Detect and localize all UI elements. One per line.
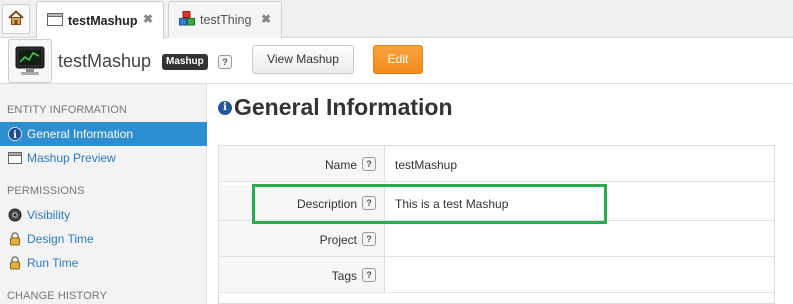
- home-button[interactable]: [2, 4, 30, 34]
- visibility-icon: [8, 208, 22, 222]
- info-icon: i: [8, 127, 22, 141]
- tab-strip: testMashup ✖ testThing ✖: [0, 0, 793, 39]
- sidebar-item-mashup-preview[interactable]: Mashup Preview: [0, 146, 207, 170]
- sidebar-item-label: Design Time: [27, 232, 94, 246]
- entity-header: testMashup Mashup ? View Mashup Edit: [0, 38, 793, 84]
- field-row-name: Name ? testMashup: [219, 146, 774, 182]
- description-highlight-box: [252, 184, 607, 224]
- sidebar-item-general-information[interactable]: i General Information: [0, 122, 207, 146]
- sidebar-item-visibility[interactable]: Visibility: [0, 203, 207, 227]
- page-title: i General Information: [218, 94, 453, 121]
- lock-icon: [8, 232, 22, 246]
- help-icon[interactable]: ?: [362, 157, 376, 171]
- page-title-text: General Information: [234, 94, 453, 120]
- thing-blocks-icon: [179, 11, 195, 29]
- edit-button[interactable]: Edit: [373, 45, 423, 74]
- info-icon: i: [218, 100, 232, 115]
- field-label: Project: [319, 233, 357, 247]
- section-header-entity-information: ENTITY INFORMATION: [7, 104, 127, 116]
- lock-icon: [8, 256, 22, 270]
- sidebar-item-label: Visibility: [27, 208, 71, 222]
- svg-text:i: i: [13, 130, 17, 141]
- sidebar: ENTITY INFORMATION i General Information…: [0, 84, 207, 304]
- field-label: Name: [324, 158, 357, 172]
- sidebar-item-label: General Information: [27, 127, 134, 141]
- field-row-tags: Tags ?: [219, 257, 774, 293]
- mashup-window-icon: [47, 12, 63, 29]
- sidebar-item-label: Run Time: [27, 256, 79, 270]
- help-icon[interactable]: ?: [218, 55, 232, 69]
- preview-window-icon: [8, 151, 22, 165]
- close-icon[interactable]: ✖: [261, 12, 271, 26]
- tab-label: testMashup: [68, 13, 138, 28]
- home-icon: [7, 9, 25, 30]
- close-icon[interactable]: ✖: [143, 12, 153, 26]
- sidebar-item-label: Mashup Preview: [27, 151, 116, 165]
- tab-label: testThing: [200, 13, 252, 27]
- entity-type-badge: Mashup: [162, 54, 208, 70]
- view-mashup-button[interactable]: View Mashup: [252, 45, 354, 74]
- tab-testmashup[interactable]: testMashup ✖: [36, 1, 164, 39]
- help-icon[interactable]: ?: [362, 268, 376, 282]
- mashup-monitor-icon: [8, 39, 52, 83]
- field-label: Tags: [331, 269, 357, 283]
- field-row-project: Project ?: [219, 221, 774, 257]
- sidebar-item-run-time[interactable]: Run Time: [0, 251, 207, 275]
- section-header-change-history: CHANGE HISTORY: [7, 290, 108, 302]
- section-header-permissions: PERMISSIONS: [7, 185, 85, 197]
- help-icon[interactable]: ?: [362, 232, 376, 246]
- field-value-name: testMashup: [395, 158, 458, 172]
- sidebar-item-design-time[interactable]: Design Time: [0, 227, 207, 251]
- entity-name: testMashup: [58, 51, 152, 71]
- tab-testthing[interactable]: testThing ✖: [168, 1, 282, 38]
- general-info-table: Name ? testMashup Description ? This is …: [218, 145, 775, 304]
